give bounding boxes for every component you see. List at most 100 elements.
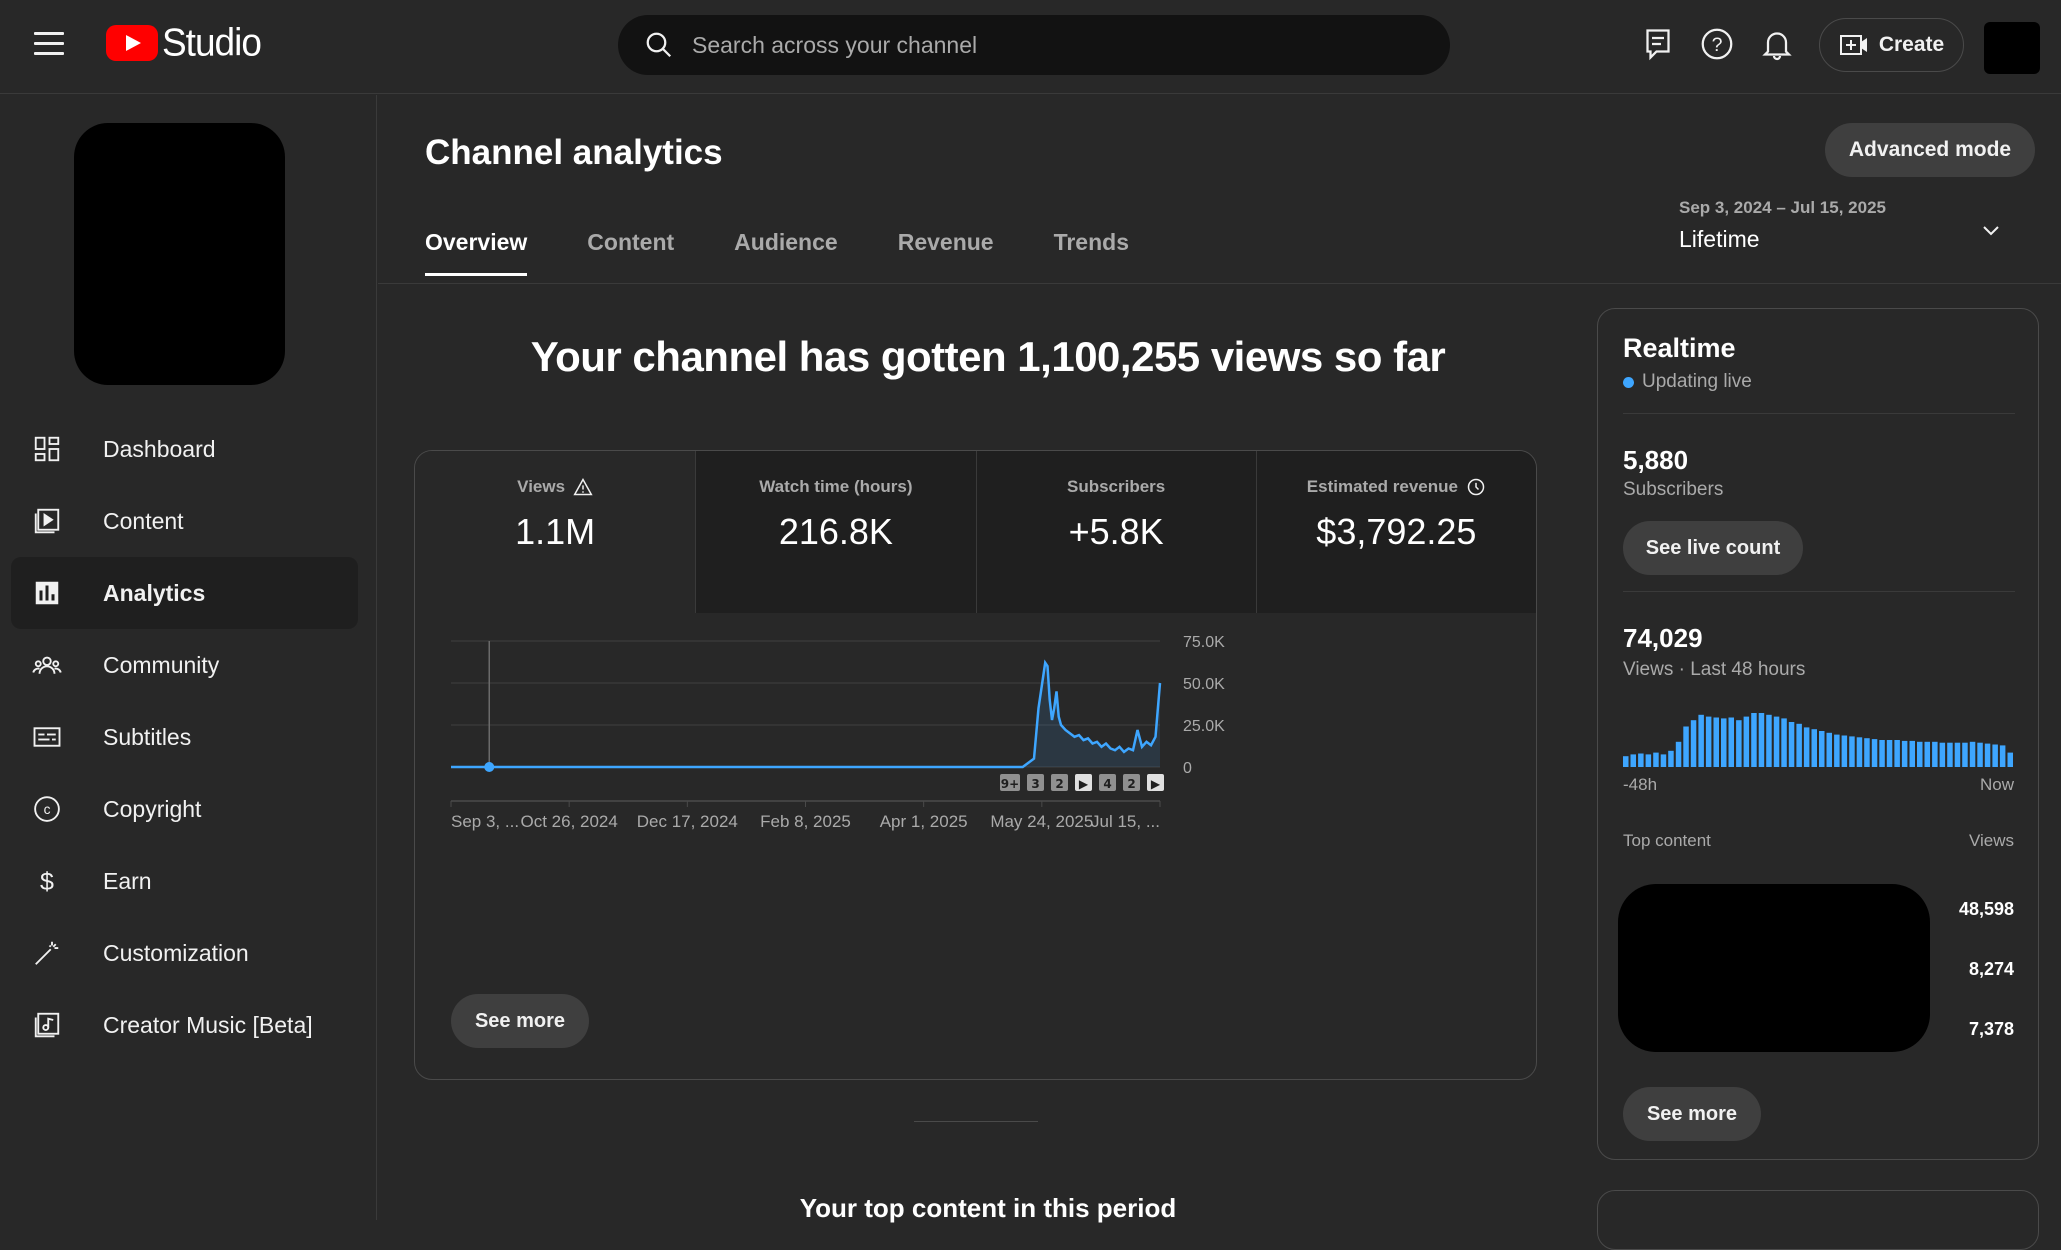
sidebar-item-customization[interactable]: Customization xyxy=(11,917,358,989)
realtime-bar[interactable] xyxy=(1675,741,1682,767)
realtime-bar[interactable] xyxy=(1751,713,1757,767)
realtime-bar[interactable] xyxy=(1796,723,1802,767)
hamburger-menu-icon[interactable] xyxy=(34,32,64,56)
tab-revenue[interactable]: Revenue xyxy=(898,229,994,276)
realtime-bar[interactable] xyxy=(1728,717,1735,768)
realtime-bar[interactable] xyxy=(1879,740,1885,767)
studio-logo[interactable]: Studio xyxy=(106,21,262,64)
creator-music-icon xyxy=(31,1009,63,1041)
realtime-see-more-button[interactable]: See more xyxy=(1623,1087,1761,1141)
tab-trends[interactable]: Trends xyxy=(1054,229,1129,276)
realtime-bar[interactable] xyxy=(1894,740,1900,767)
see-more-button[interactable]: See more xyxy=(451,994,589,1048)
realtime-bar[interactable] xyxy=(1826,732,1833,767)
metric-subscribers[interactable]: Subscribers +5.8K xyxy=(975,451,1256,613)
advanced-mode-button[interactable]: Advanced mode xyxy=(1825,123,2035,177)
realtime-bar[interactable] xyxy=(1841,735,1848,768)
notifications-bell-icon[interactable] xyxy=(1759,26,1795,62)
realtime-bar[interactable] xyxy=(2007,752,2014,767)
realtime-bar[interactable] xyxy=(1781,718,1787,767)
realtime-bar[interactable] xyxy=(1901,740,1908,767)
realtime-bar[interactable] xyxy=(1803,727,1810,767)
realtime-bar[interactable] xyxy=(1864,738,1870,767)
video-marker-label: 2 xyxy=(1055,777,1063,791)
realtime-bar[interactable] xyxy=(1645,754,1652,767)
sidebar-item-earn[interactable]: $ Earn xyxy=(11,845,358,917)
realtime-bar[interactable] xyxy=(1736,720,1742,767)
realtime-bar[interactable] xyxy=(1653,752,1659,767)
sidebar-item-subtitles[interactable]: Subtitles xyxy=(11,701,358,773)
views-line-chart[interactable]: 75.0K 50.0K 25.0K 0 Sep 3, ... Oct 26, 2024 De… xyxy=(415,613,1537,943)
channel-avatar[interactable] xyxy=(74,123,285,385)
search-bar[interactable] xyxy=(618,15,1450,75)
sidebar-item-creator-music[interactable]: Creator Music [Beta] xyxy=(11,989,358,1061)
realtime-bar[interactable] xyxy=(1743,716,1750,767)
realtime-bar[interactable] xyxy=(1969,741,1976,767)
see-live-count-button[interactable]: See live count xyxy=(1623,521,1803,575)
realtime-bar[interactable] xyxy=(1683,726,1689,768)
metric-revenue[interactable]: Estimated revenue $3,792.25 xyxy=(1255,451,1536,613)
realtime-bar-chart[interactable] xyxy=(1623,709,2015,767)
tabs-divider xyxy=(378,283,2061,284)
realtime-subscribers-label: Subscribers xyxy=(1623,479,1724,500)
metric-label: Watch time (hours) xyxy=(759,477,913,496)
tab-audience[interactable]: Audience xyxy=(734,229,838,276)
sidebar-item-copyright[interactable]: c Copyright xyxy=(11,773,358,845)
realtime-bar[interactable] xyxy=(1705,716,1712,767)
metric-views[interactable]: Views 1.1M xyxy=(415,451,696,613)
chevron-down-icon xyxy=(1983,226,1999,236)
realtime-bar[interactable] xyxy=(1668,750,1674,767)
realtime-bar[interactable] xyxy=(1660,754,1667,767)
realtime-bar[interactable] xyxy=(1871,739,1878,767)
top-content-views: 8,274 xyxy=(1968,959,2014,979)
realtime-bar[interactable] xyxy=(1811,729,1818,767)
realtime-bar[interactable] xyxy=(1758,713,1765,767)
top-content-views: 7,378 xyxy=(1968,1019,2014,1039)
realtime-bar[interactable] xyxy=(1954,742,1961,767)
feedback-icon[interactable] xyxy=(1640,26,1676,62)
realtime-bar[interactable] xyxy=(1623,756,1629,767)
realtime-bar[interactable] xyxy=(1690,720,1697,767)
realtime-bar[interactable] xyxy=(1909,740,1916,767)
top-content-thumbnails[interactable] xyxy=(1618,884,1930,1052)
realtime-bar[interactable] xyxy=(1721,718,1727,767)
realtime-bar[interactable] xyxy=(1788,722,1795,767)
account-avatar[interactable] xyxy=(1984,22,2040,74)
realtime-bar[interactable] xyxy=(1947,742,1953,767)
sidebar: Dashboard Content Analytics Community Su… xyxy=(0,95,377,1220)
realtime-bar[interactable] xyxy=(1984,743,1991,767)
realtime-bar[interactable] xyxy=(1962,742,1968,767)
create-button[interactable]: Create xyxy=(1819,18,1964,72)
sidebar-item-content[interactable]: Content xyxy=(11,485,358,557)
video-marker-label: ▶ xyxy=(1151,777,1161,791)
x-tick-label: Oct 26, 2024 xyxy=(520,812,617,831)
realtime-bar[interactable] xyxy=(1886,740,1893,767)
realtime-bar[interactable] xyxy=(1638,753,1644,768)
help-icon[interactable]: ? xyxy=(1699,26,1735,62)
search-input[interactable] xyxy=(692,31,1392,59)
realtime-bar[interactable] xyxy=(1766,714,1772,767)
realtime-bar[interactable] xyxy=(1939,742,1946,767)
realtime-bar[interactable] xyxy=(1849,736,1855,767)
realtime-bar[interactable] xyxy=(1977,742,1983,767)
realtime-bar[interactable] xyxy=(1773,716,1780,767)
realtime-bar[interactable] xyxy=(1932,741,1938,767)
realtime-bar[interactable] xyxy=(1713,717,1720,768)
realtime-bar[interactable] xyxy=(1992,744,1998,768)
tab-overview[interactable]: Overview xyxy=(425,229,528,276)
realtime-bar[interactable] xyxy=(1917,741,1923,767)
sidebar-item-dashboard[interactable]: Dashboard xyxy=(11,413,358,485)
realtime-bar[interactable] xyxy=(1834,734,1840,767)
date-range-picker[interactable]: Sep 3, 2024 – Jul 15, 2025 Lifetime xyxy=(1679,198,2009,268)
realtime-bar[interactable] xyxy=(1856,737,1863,767)
realtime-bar[interactable] xyxy=(1819,731,1825,767)
realtime-bar[interactable] xyxy=(1698,714,1704,767)
sidebar-item-community[interactable]: Community xyxy=(11,629,358,701)
metric-watch-time[interactable]: Watch time (hours) 216.8K xyxy=(695,451,976,613)
tab-content[interactable]: Content xyxy=(587,229,674,276)
realtime-bar[interactable] xyxy=(1924,741,1931,767)
realtime-title: Realtime xyxy=(1623,333,1736,363)
realtime-bar[interactable] xyxy=(1999,745,2006,767)
realtime-bar[interactable] xyxy=(1630,754,1637,767)
sidebar-item-analytics[interactable]: Analytics xyxy=(11,557,358,629)
